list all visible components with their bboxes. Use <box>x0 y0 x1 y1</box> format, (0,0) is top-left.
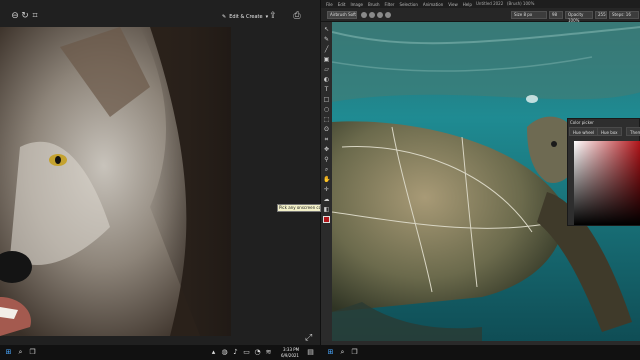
menu-brush[interactable]: Brush <box>368 2 380 7</box>
notifications-icon[interactable]: ▤ <box>306 348 315 357</box>
gradient-tool-icon[interactable]: ◧ <box>323 206 330 213</box>
brush-option-icon[interactable] <box>361 12 367 18</box>
color-picker-tool-icon[interactable]: ⚲ <box>323 156 330 163</box>
blur-tool-icon[interactable]: ◐ <box>323 76 330 83</box>
photos-window: ⊖ ↻ ⌗ ✎ Edit & Create ▾ ⇪ ⎙ ⤢ <box>0 0 320 345</box>
toolbox: ↖ ✎ ╱ ▣ ▱ ◐ T □ ○ ⬚ ʘ ⌗ ✥ ⚲ ⌕ ✋ ✛ ☁ ◧ <box>321 22 332 345</box>
crop-tool-icon[interactable]: ⌗ <box>323 136 330 143</box>
tab-hue-box[interactable]: Hue box <box>597 127 622 136</box>
document-title-suffix: (Brush) 100% <box>507 1 535 6</box>
tab-themes[interactable]: Themes <box>626 127 640 136</box>
search-icon[interactable]: ⌕ <box>16 348 25 357</box>
start-icon[interactable]: ⊞ <box>326 348 335 357</box>
battery-icon[interactable]: ▭ <box>242 348 251 357</box>
menu-edit[interactable]: Edit <box>338 2 346 7</box>
photos-toolbar: ⊖ ↻ ⌗ ✎ Edit & Create ▾ ⇪ ⎙ <box>0 0 320 30</box>
search-icon[interactable]: ⌕ <box>338 348 347 357</box>
edit-icon: ✎ <box>222 14 227 20</box>
smudge-tool-icon[interactable]: ☁ <box>323 196 330 203</box>
move-tool-icon[interactable]: ✛ <box>323 186 330 193</box>
network-icon[interactable]: ◍ <box>220 348 229 357</box>
brush-option-icon[interactable] <box>385 12 391 18</box>
tab-hue-wheel[interactable]: Hue wheel <box>569 127 599 136</box>
text-tool-icon[interactable]: T <box>323 86 330 93</box>
edit-create-button[interactable]: ✎ Edit & Create ▾ <box>222 12 268 22</box>
wolf-photo <box>0 27 231 336</box>
foreground-color-swatch[interactable] <box>323 216 330 223</box>
tool-options-bar: Airbrush Soft Size 8 px 98 Opacity 100% … <box>321 8 640 23</box>
wolf-image <box>0 27 231 336</box>
ellipse-tool-icon[interactable]: ○ <box>323 106 330 113</box>
menu-filter[interactable]: Filter <box>385 2 395 7</box>
menu-help[interactable]: Help <box>463 2 472 7</box>
edit-create-label: Edit & Create <box>229 14 263 20</box>
tooltip: Pick any onscreen color <box>277 204 321 212</box>
volume-icon[interactable]: ♪ <box>231 348 240 357</box>
flow-value[interactable]: 255 <box>595 11 607 19</box>
zoom-tool-icon[interactable]: ⌕ <box>323 166 330 173</box>
zoom-fit-icon[interactable]: ⤢ <box>305 333 315 343</box>
start-icon[interactable]: ⊞ <box>4 348 13 357</box>
wifi-icon[interactable]: ≋ <box>264 348 273 357</box>
task-view-icon[interactable]: ❐ <box>28 348 37 357</box>
crop-icon[interactable]: ⌗ <box>30 11 40 21</box>
size-field[interactable]: Size 8 px <box>511 11 547 19</box>
chat-icon[interactable]: ◔ <box>253 348 262 357</box>
menu-selection[interactable]: Selection <box>399 2 417 7</box>
lasso-tool-icon[interactable]: ʘ <box>323 126 330 133</box>
color-saturation-field[interactable] <box>574 141 640 225</box>
color-picker-title: Color picker <box>570 120 594 125</box>
transform-tool-icon[interactable]: ✥ <box>323 146 330 153</box>
clock-date[interactable]: 6/9/2021 <box>281 353 299 358</box>
eraser-tool-icon[interactable]: ▱ <box>323 66 330 73</box>
steps-field[interactable]: Steps: 16 <box>609 11 639 19</box>
brush-option-icon[interactable] <box>377 12 383 18</box>
color-picker-panel: Color picker Hue wheel Hue box Themes <box>567 118 640 226</box>
share-icon[interactable]: ⇪ <box>268 11 278 21</box>
brush-tool-icon[interactable]: ✎ <box>323 36 330 43</box>
document-title: Untitled 2022 <box>476 1 504 6</box>
menu-image[interactable]: Image <box>350 2 363 7</box>
menu-view[interactable]: View <box>448 2 458 7</box>
select-tool-icon[interactable]: ⬚ <box>323 116 330 123</box>
clock-time[interactable]: 3:33 PM <box>283 347 299 352</box>
tray-icon[interactable]: ▴ <box>209 348 218 357</box>
print-icon[interactable]: ⎙ <box>292 11 302 21</box>
task-view-icon[interactable]: ❐ <box>350 348 359 357</box>
rotate-icon[interactable]: ↻ <box>20 11 30 21</box>
menu-animation[interactable]: Animation <box>423 2 443 7</box>
brush-option-icon[interactable] <box>369 12 375 18</box>
menu-file[interactable]: File <box>326 2 333 7</box>
fill-tool-icon[interactable]: ▣ <box>323 56 330 63</box>
brush-preset-select[interactable]: Airbrush Soft <box>327 11 357 19</box>
zoom-out-icon[interactable]: ⊖ <box>10 11 20 21</box>
line-tool-icon[interactable]: ╱ <box>323 46 330 53</box>
opacity-field[interactable]: Opacity 100% <box>565 11 593 23</box>
pointer-tool-icon[interactable]: ↖ <box>323 26 330 33</box>
rectangle-tool-icon[interactable]: □ <box>323 96 330 103</box>
taskbar: ⊞ ⌕ ❐ ▴ ◍ ♪ ▭ ◔ ≋ 3:33 PM 6/9/2021 ▤ ⊞ ⌕… <box>0 345 640 360</box>
size-value[interactable]: 98 <box>549 11 563 19</box>
pan-tool-icon[interactable]: ✋ <box>323 176 330 183</box>
